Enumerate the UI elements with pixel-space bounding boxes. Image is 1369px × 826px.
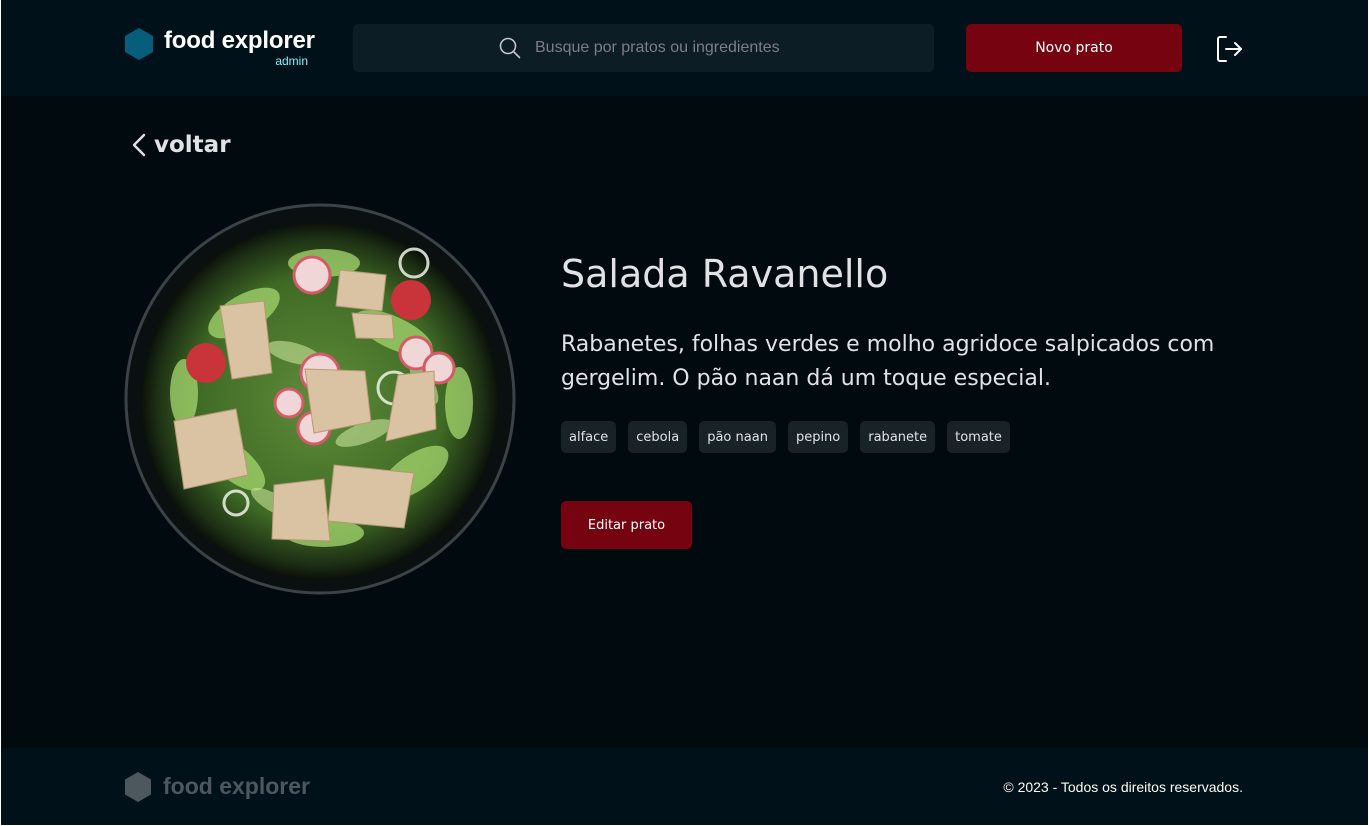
ingredient-tag: pepino [787,421,849,453]
ingredient-tags: alface cebola pão naan pepino rabanete t… [561,421,1010,453]
ingredient-tag: pão naan [699,421,776,453]
ingredient-tag: cebola [628,421,688,453]
footer: food explorer © 2023 - Todos os direitos… [1,748,1368,825]
ingredient-tag: alface [561,421,617,453]
header: food explorer admin Novo prato [1,0,1368,96]
brand-name: food explorer [164,27,315,54]
search-icon [499,37,521,59]
ingredient-tag: rabanete [860,421,936,453]
brand-role: admin [275,54,308,68]
footer-brand-name: food explorer [163,773,310,799]
back-label: voltar [154,132,231,158]
copyright-text: © 2023 - Todos os direitos reservados. [1003,779,1243,795]
search-input[interactable] [535,24,915,72]
hexagon-icon [125,772,151,802]
brand-logo[interactable]: food explorer admin [124,27,315,71]
hexagon-icon [125,28,153,60]
chevron-left-icon [132,133,146,157]
ingredient-tag: tomate [947,421,1010,453]
search-bar [353,24,934,72]
dish-description: Rabanetes, folhas verdes e molho agridoc… [561,332,1215,391]
dish-image [124,203,516,595]
new-dish-button[interactable]: Novo prato [966,24,1182,72]
edit-dish-button[interactable]: Editar prato [561,501,692,549]
back-link[interactable]: voltar [130,130,231,160]
dish-title: Salada Ravanello [561,252,889,296]
app-root: food explorer admin Novo prato voltar [1,0,1368,825]
logout-icon[interactable] [1216,34,1244,64]
